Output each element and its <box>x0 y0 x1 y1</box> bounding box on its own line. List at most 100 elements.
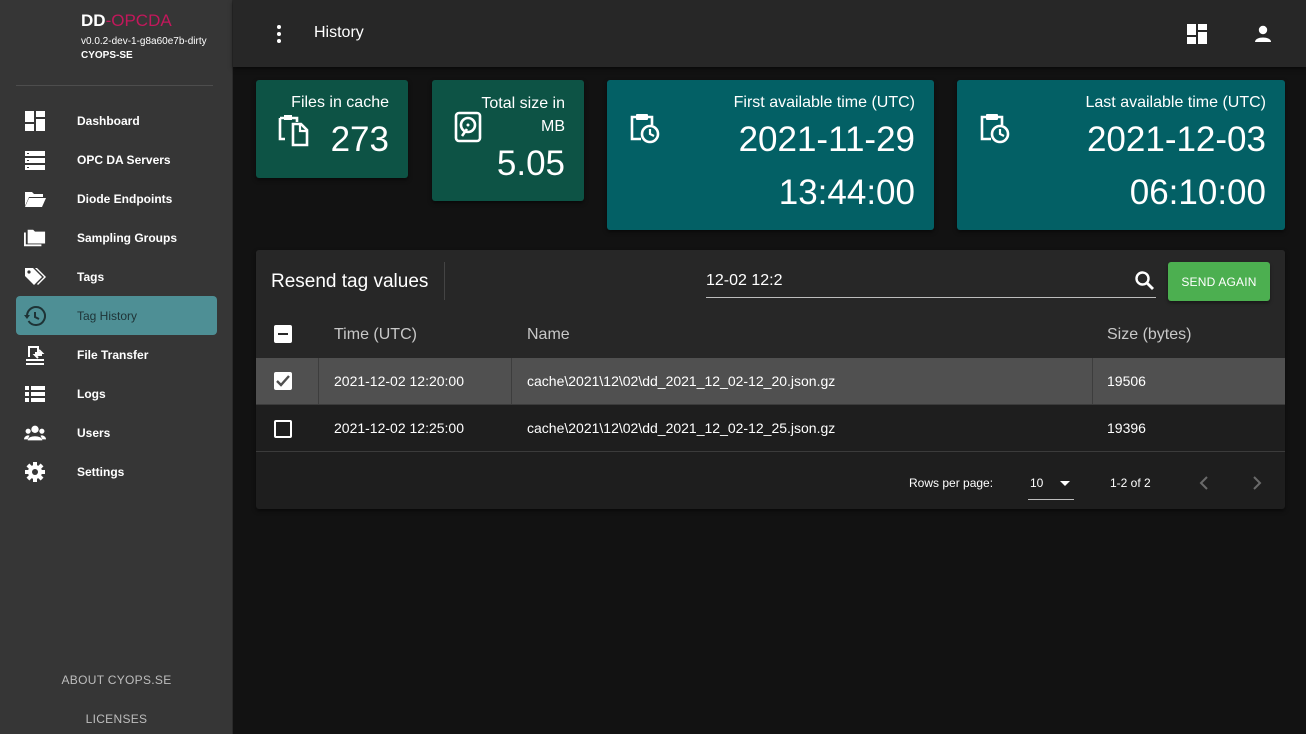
search-icon[interactable] <box>1134 270 1156 292</box>
sidebar-item-label: File Transfer <box>77 347 149 362</box>
rows-per-page-select[interactable]: 10 <box>1028 469 1074 500</box>
row-size: 19396 <box>1107 420 1146 436</box>
brand-version: v0.0.2-dev-1-g8a60e7b-dirty <box>81 36 207 47</box>
total-size-label-line1: Total size in <box>481 95 565 112</box>
dashboard-layout-icon[interactable] <box>1186 23 1208 45</box>
page-title: History <box>314 24 364 41</box>
sidebar-item-label: Sampling Groups <box>77 230 178 245</box>
sidebar: DD-OPCDA v0.0.2-dev-1-g8a60e7b-dirty CYO… <box>0 0 233 734</box>
column-header-time[interactable]: Time (UTC) <box>334 326 417 344</box>
sidebar-item-label: Settings <box>77 464 125 479</box>
row-name: cache\2021\12\02\dd_2021_12_02-12_25.jso… <box>527 420 836 436</box>
previous-page-button[interactable] <box>1193 472 1215 494</box>
more-vert-icon[interactable] <box>269 22 289 46</box>
last-available-date: 2021-12-03 <box>1086 120 1266 159</box>
sidebar-item-users[interactable]: Users <box>16 413 217 452</box>
about-link[interactable]: ABOUT CYOPS.SE <box>0 673 233 687</box>
brand-title: DD-OPCDA <box>81 12 211 30</box>
sidebar-item-diode-endpoints[interactable]: Diode Endpoints <box>16 179 217 218</box>
sidebar-item-sampling-groups[interactable]: Sampling Groups <box>16 218 217 257</box>
clipboard-clock-icon <box>979 112 1011 144</box>
pagination-range: 1-2 of 2 <box>1110 476 1151 490</box>
sidebar-divider <box>16 85 213 86</box>
rows-per-page-label: Rows per page: <box>909 476 994 490</box>
sidebar-item-label: Tags <box>77 269 105 284</box>
check-icon <box>276 375 290 387</box>
tags-icon <box>24 266 46 288</box>
last-available-time: 06:10:00 <box>1129 173 1266 212</box>
send-again-button[interactable]: SEND AGAIN <box>1168 262 1270 301</box>
row-size: 19506 <box>1107 373 1146 389</box>
sidebar-nav: Dashboard OPC DA Servers Diode Endpoints… <box>16 101 217 491</box>
table-row[interactable]: 2021-12-02 12:20:00 cache\2021\12\02\dd_… <box>256 358 1285 405</box>
chevron-right-icon <box>1253 476 1262 490</box>
first-available-time: 13:44:00 <box>778 173 915 212</box>
history-icon <box>24 305 46 327</box>
indeterminate-icon <box>278 333 288 335</box>
sidebar-item-file-transfer[interactable]: File Transfer <box>16 335 217 374</box>
folders-icon <box>24 227 46 249</box>
search-input[interactable] <box>706 271 1116 291</box>
table-header: Time (UTC) Name Size (bytes) <box>256 312 1285 358</box>
sidebar-item-label: OPC DA Servers <box>77 152 171 167</box>
first-available-time-card: First available time (UTC) 2021-11-29 13… <box>607 80 934 230</box>
sidebar-item-label: Logs <box>77 386 106 401</box>
first-available-time-label: First available time (UTC) <box>733 94 915 111</box>
sidebar-item-label: Tag History <box>77 308 138 323</box>
header-divider <box>444 262 445 300</box>
users-icon <box>24 422 46 444</box>
licenses-link[interactable]: LICENSES <box>0 712 233 726</box>
file-transfer-icon <box>24 344 46 366</box>
resend-panel: Resend tag values SEND AGAIN Time (UTC) … <box>256 250 1285 509</box>
brand-suffix: -OPCDA <box>105 11 172 30</box>
total-size-card: Total size in MB 5.05 <box>432 80 584 201</box>
last-available-time-card: Last available time (UTC) 2021-12-03 06:… <box>957 80 1285 230</box>
row-time: 2021-12-02 12:25:00 <box>334 420 464 436</box>
row-checkbox[interactable] <box>274 372 292 390</box>
file-copy-icon <box>278 113 310 147</box>
servers-icon <box>24 149 46 171</box>
next-page-button[interactable] <box>1246 472 1268 494</box>
sidebar-item-opc-da-servers[interactable]: OPC DA Servers <box>16 140 217 179</box>
first-available-date: 2021-11-29 <box>738 120 915 159</box>
sidebar-item-label: Users <box>77 425 111 440</box>
files-in-cache-label: Files in cache <box>291 94 389 111</box>
search-field <box>706 263 1156 298</box>
sidebar-item-label: Dashboard <box>77 113 140 128</box>
sidebar-item-tag-history[interactable]: Tag History <box>16 296 217 335</box>
panel-title: Resend tag values <box>271 271 429 292</box>
brand-org: CYOPS-SE <box>81 50 133 61</box>
panel-header: Resend tag values SEND AGAIN <box>256 250 1285 312</box>
sidebar-item-tags[interactable]: Tags <box>16 257 217 296</box>
select-all-checkbox[interactable] <box>274 325 292 343</box>
total-size-label: Total size in MB <box>481 92 565 138</box>
column-header-name[interactable]: Name <box>527 326 570 344</box>
chevron-down-icon <box>1060 481 1070 486</box>
total-size-label-line2: MB <box>541 118 565 135</box>
total-size-value: 5.05 <box>496 144 565 183</box>
last-available-time-label: Last available time (UTC) <box>1085 94 1267 111</box>
sidebar-item-settings[interactable]: Settings <box>16 452 217 491</box>
cell-separator <box>511 358 512 404</box>
cell-separator <box>318 358 319 404</box>
cell-separator <box>1092 358 1093 404</box>
dashboard-icon <box>24 110 46 132</box>
sidebar-item-label: Diode Endpoints <box>77 191 173 206</box>
list-icon <box>24 383 46 405</box>
row-checkbox[interactable] <box>274 420 292 438</box>
account-icon[interactable] <box>1252 23 1274 45</box>
gear-icon <box>24 461 46 483</box>
sidebar-item-logs[interactable]: Logs <box>16 374 217 413</box>
clipboard-clock-icon <box>629 112 661 144</box>
rows-per-page-value: 10 <box>1030 476 1044 490</box>
brand: DD-OPCDA v0.0.2-dev-1-g8a60e7b-dirty CYO… <box>81 12 211 62</box>
top-bar: History <box>233 0 1306 67</box>
sidebar-item-dashboard[interactable]: Dashboard <box>16 101 217 140</box>
column-header-size[interactable]: Size (bytes) <box>1107 326 1191 344</box>
row-name: cache\2021\12\02\dd_2021_12_02-12_20.jso… <box>527 373 836 389</box>
folder-open-icon <box>24 188 46 210</box>
files-in-cache-value: 273 <box>330 120 389 159</box>
table-row[interactable]: 2021-12-02 12:25:00 cache\2021\12\02\dd_… <box>256 405 1285 452</box>
table-pagination: Rows per page: 10 1-2 of 2 <box>256 453 1285 509</box>
files-in-cache-card: Files in cache 273 <box>256 80 408 178</box>
